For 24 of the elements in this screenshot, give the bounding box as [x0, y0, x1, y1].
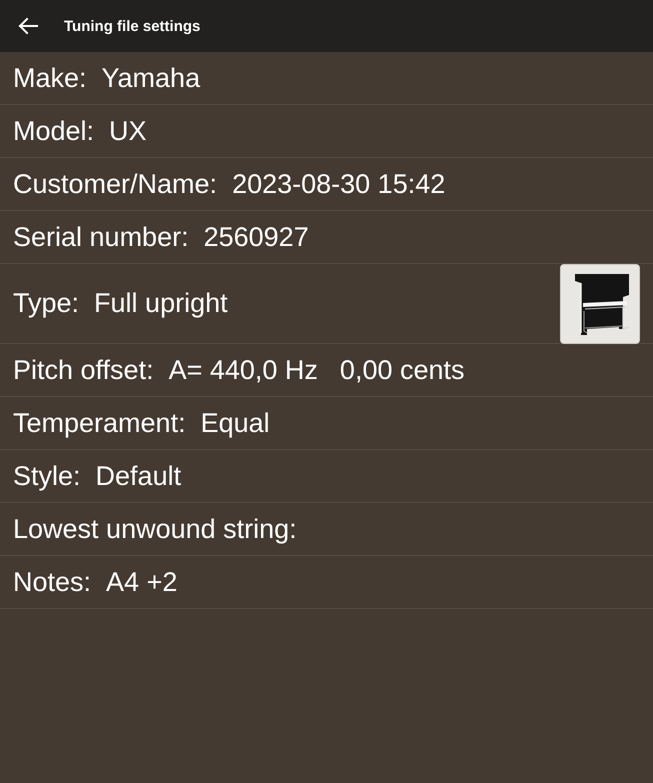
- field-value[interactable]: Default: [96, 460, 182, 492]
- field-value[interactable]: A= 440,0 Hz: [168, 354, 318, 386]
- screen-title: Tuning file settings: [64, 18, 200, 34]
- field-value[interactable]: 2560927: [204, 222, 309, 252]
- field-label: Model:: [13, 116, 94, 146]
- field-value[interactable]: 2023-08-30 15:42: [232, 168, 446, 200]
- field-value[interactable]: UX: [109, 116, 147, 146]
- field-label: Style:: [13, 460, 81, 492]
- field-value[interactable]: Equal: [200, 408, 270, 438]
- field-value[interactable]: 0,00 cents: [340, 354, 465, 386]
- field-label: Customer/Name:: [13, 168, 218, 200]
- field-label: Serial number:: [13, 222, 189, 252]
- field-label: Lowest unwound string:: [13, 514, 297, 544]
- field-value[interactable]: Full upright: [94, 288, 228, 319]
- field-label: Type:: [13, 288, 80, 319]
- field-label: Notes:: [13, 566, 92, 598]
- field-label: Pitch offset:: [13, 354, 154, 386]
- field-label: Make:: [13, 62, 87, 94]
- field-label: Temperament:: [13, 408, 186, 438]
- field-value[interactable]: A4 +2: [106, 566, 178, 598]
- piano-type-button[interactable]: [560, 264, 640, 344]
- back-arrow-icon: [17, 15, 39, 37]
- field-value[interactable]: Yamaha: [102, 62, 200, 94]
- back-button[interactable]: [17, 15, 39, 37]
